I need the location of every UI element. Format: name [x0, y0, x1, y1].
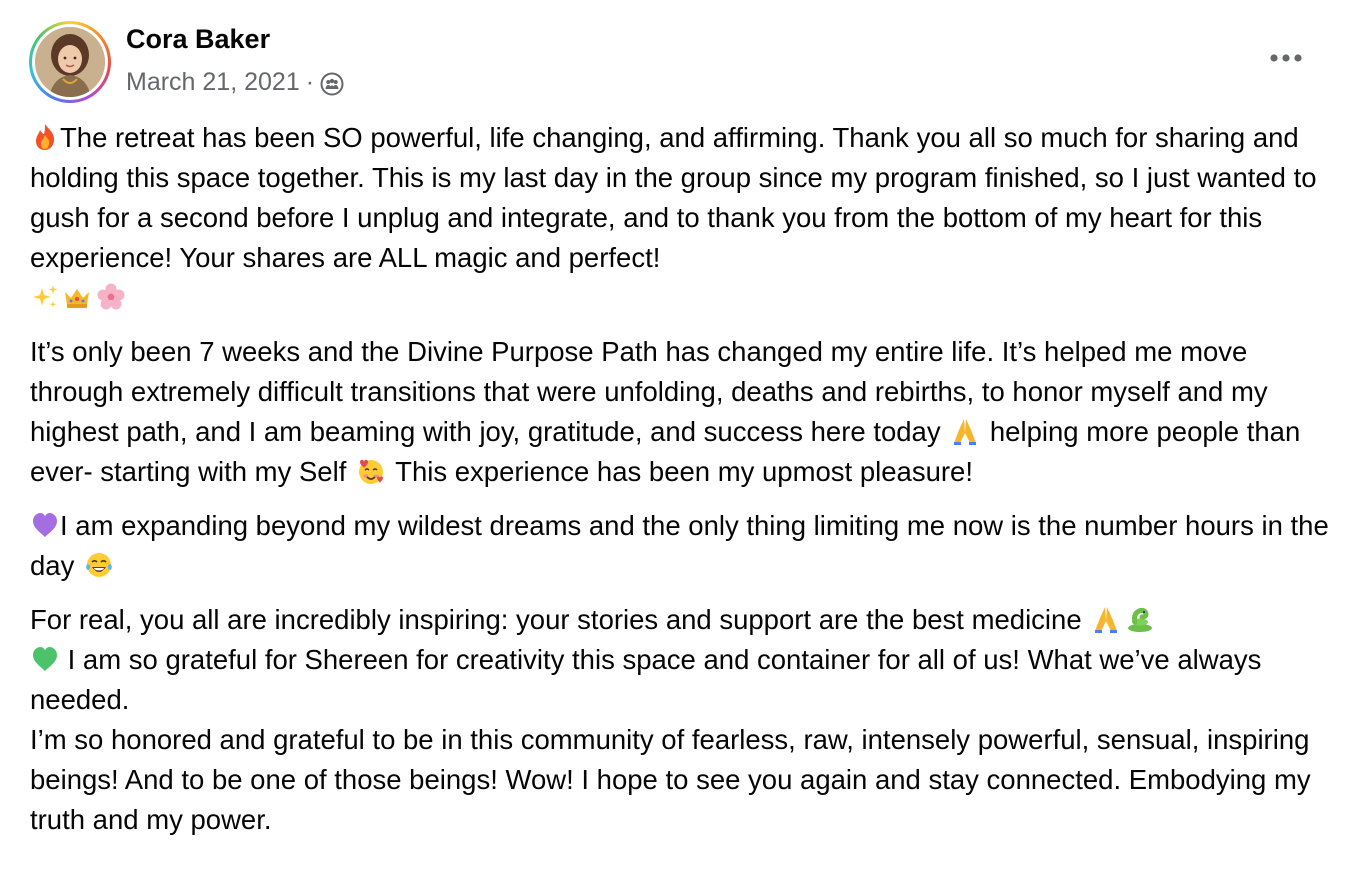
- paragraph-2-text-c: This experience has been my upmost pleas…: [395, 456, 973, 487]
- folded-hands-emoji: [950, 416, 980, 446]
- snake-emoji: [1125, 604, 1155, 634]
- purple-heart-emoji: [30, 510, 60, 540]
- crown-emoji: [62, 282, 92, 312]
- post-card: Cora Baker March 21, 2021 · The retreat …: [0, 0, 1360, 879]
- more-options-button[interactable]: [1266, 40, 1306, 76]
- meta-separator: ·: [305, 68, 315, 96]
- avatar-ring: [32, 24, 108, 100]
- paragraph-4-text-a: For real, you all are incredibly inspiri…: [30, 604, 1082, 635]
- paragraph-4-text-c: I’m so honored and grateful to be in thi…: [30, 724, 1311, 835]
- paragraph-3: I am expanding beyond my wildest dreams …: [30, 506, 1330, 586]
- paragraph-2: It’s only been 7 weeks and the Divine Pu…: [30, 332, 1330, 492]
- folded-hands-emoji: [1091, 604, 1121, 634]
- post-body: The retreat has been SO powerful, life c…: [30, 118, 1330, 840]
- author-name[interactable]: Cora Baker: [126, 24, 270, 55]
- green-heart-emoji: [30, 644, 60, 674]
- tears-of-joy-emoji: [84, 550, 114, 580]
- more-options-icon: [1270, 54, 1302, 62]
- sparkles-emoji: [30, 282, 60, 312]
- group-audience-icon[interactable]: [320, 72, 344, 96]
- smiling-face-with-hearts-emoji: [356, 456, 386, 486]
- post-meta: March 21, 2021 ·: [126, 68, 344, 97]
- cherry-blossom-emoji: [96, 282, 126, 312]
- paragraph-1-text: The retreat has been SO powerful, life c…: [30, 122, 1317, 273]
- avatar-photo: [35, 27, 105, 97]
- post-date[interactable]: March 21, 2021: [126, 68, 300, 97]
- paragraph-4: For real, you all are incredibly inspiri…: [30, 600, 1330, 840]
- paragraph-3-text: I am expanding beyond my wildest dreams …: [30, 510, 1329, 581]
- paragraph-1: The retreat has been SO powerful, life c…: [30, 118, 1330, 318]
- fire-emoji: [30, 122, 60, 152]
- avatar[interactable]: [29, 21, 111, 103]
- paragraph-4-text-b: I am so grateful for Shereen for creativ…: [30, 644, 1262, 715]
